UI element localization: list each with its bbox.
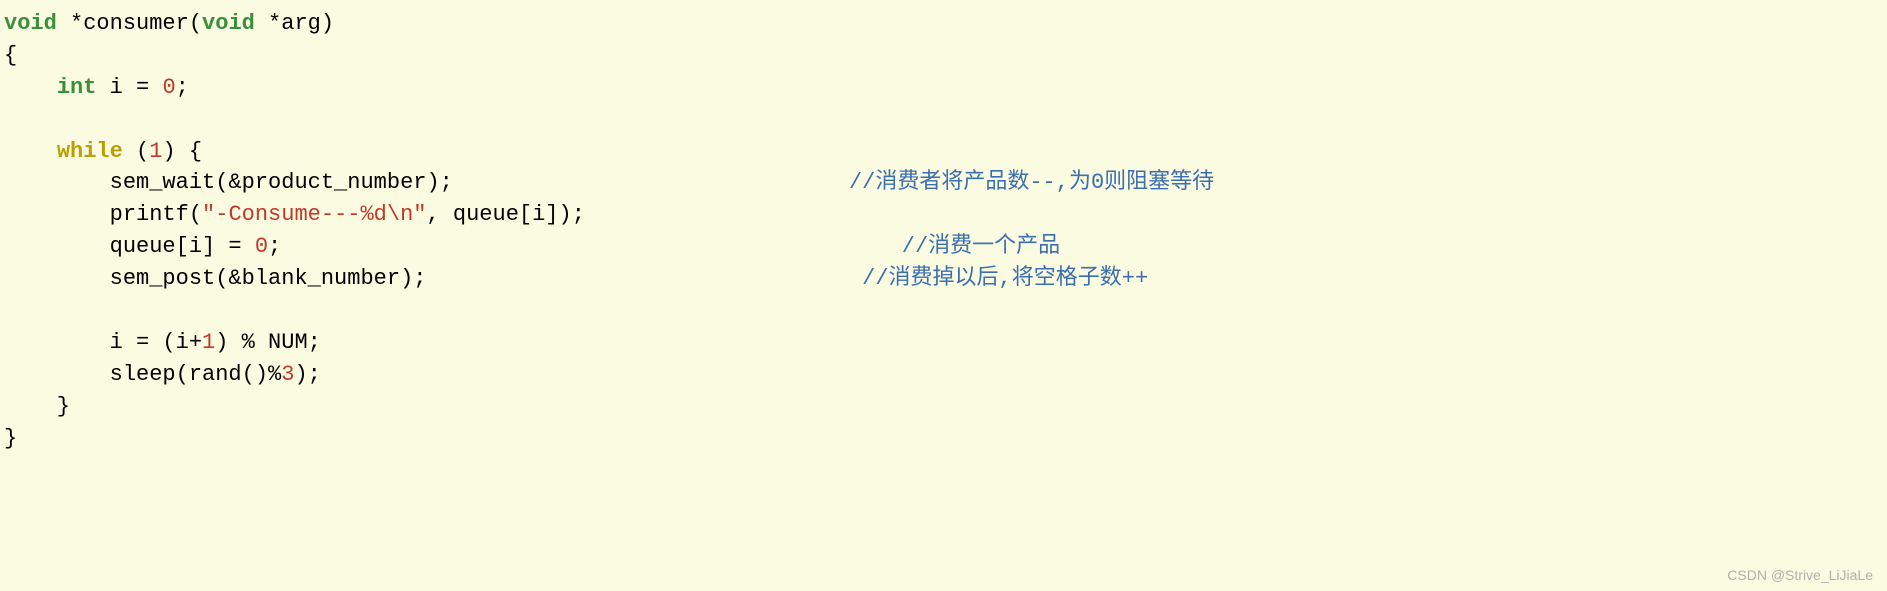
line-printf-b: , queue[i]);: [426, 202, 584, 227]
number-one-2: 1: [202, 330, 215, 355]
pad-2: [281, 234, 902, 259]
line-inc-a: i = (i+: [4, 330, 202, 355]
comment-3: //消费掉以后,将空格子数++: [862, 266, 1148, 291]
brace-open: {: [4, 43, 17, 68]
keyword-void: void: [4, 11, 57, 36]
keyword-int: int: [57, 75, 97, 100]
code-block: void *consumer(void *arg) { int i = 0; w…: [4, 8, 1883, 454]
number-one: 1: [149, 139, 162, 164]
comment-2: //消费一个产品: [902, 234, 1060, 259]
while-open: (: [123, 139, 149, 164]
function-param: *arg): [255, 11, 334, 36]
watermark: CSDN @Strive_LiJiaLe: [1727, 565, 1873, 585]
pad-1: [453, 170, 849, 195]
pad-3: [426, 266, 862, 291]
decl-i: i =: [96, 75, 162, 100]
while-close: ) {: [162, 139, 202, 164]
line-sempost: sem_post(&blank_number);: [4, 266, 426, 291]
semi-1: ;: [176, 75, 189, 100]
inner-brace-close: }: [4, 394, 70, 419]
comment-1: //消费者将产品数--,为0则阻塞等待: [849, 170, 1214, 195]
line-sleep-b: );: [294, 362, 320, 387]
brace-close: }: [4, 426, 17, 451]
line-queue-a: queue[i] =: [4, 234, 255, 259]
line-semwait: sem_wait(&product_number);: [4, 170, 453, 195]
number-three: 3: [281, 362, 294, 387]
semi-2: ;: [268, 234, 281, 259]
function-name: *consumer(: [70, 11, 202, 36]
number-zero-1: 0: [162, 75, 175, 100]
line-inc-b: ) % NUM;: [215, 330, 321, 355]
line-sleep-a: sleep(rand()%: [4, 362, 281, 387]
keyword-while: while: [57, 139, 123, 164]
number-zero-2: 0: [255, 234, 268, 259]
line-printf-a: printf(: [4, 202, 202, 227]
keyword-void-param: void: [202, 11, 255, 36]
string-literal: "-Consume---%d\n": [202, 202, 426, 227]
